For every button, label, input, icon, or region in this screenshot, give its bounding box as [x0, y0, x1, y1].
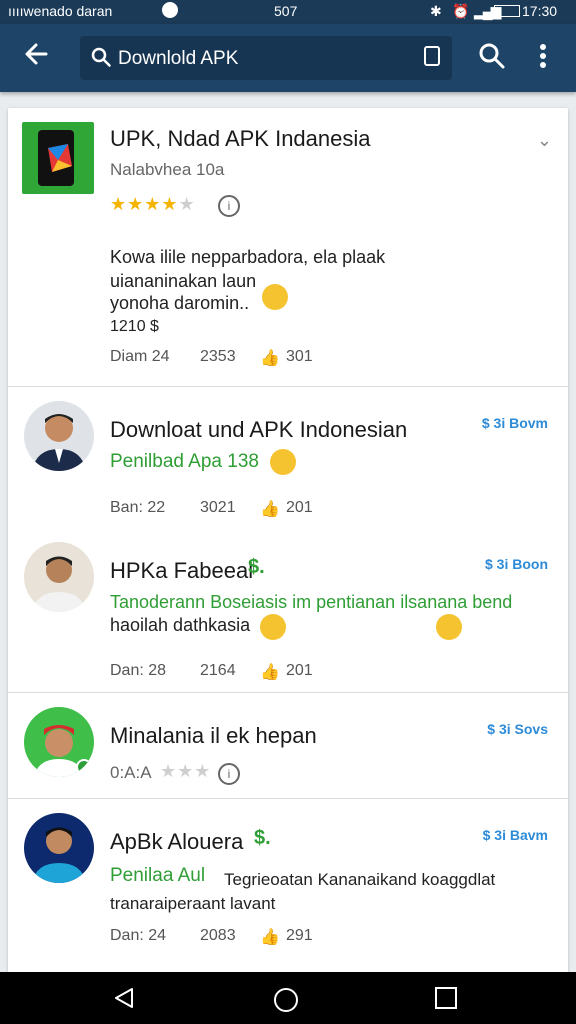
price-badge[interactable]: $ 3i Boon — [485, 556, 548, 572]
description-line: yonoha daromin.. — [110, 293, 250, 313]
results-list: UPK, Ndad APK Indanesia Nalabvhea 10a ★★… — [8, 108, 568, 978]
app-title: Minalania il ek hepan — [110, 723, 317, 748]
carrier-label: ııııwenado daran — [8, 3, 113, 19]
search-query[interactable]: Downlold APK — [118, 48, 238, 70]
like-count: 201 — [286, 499, 313, 516]
item-meta: Dan: 28 2164 👍 201 — [110, 662, 410, 682]
app-subtitle: Penilbad Apa 138 — [110, 451, 259, 472]
chevron-down-icon[interactable]: ⌄ — [537, 130, 552, 151]
avatar — [24, 542, 94, 612]
alarm-icon: ⏰ — [452, 3, 470, 19]
avatar — [24, 707, 94, 777]
price-badge[interactable]: $ 3i Bavm — [483, 827, 548, 843]
recents-icon[interactable] — [434, 986, 458, 1015]
thumbs-up-icon[interactable]: 👍 — [260, 348, 280, 368]
emoji-icon — [260, 614, 286, 640]
date-label: Diam 24 — [110, 348, 170, 365]
navigation-bar — [0, 972, 576, 1024]
like-count: 301 — [286, 348, 313, 365]
avatar — [24, 401, 94, 471]
avatar — [24, 813, 94, 883]
dollar-icon: $. — [248, 556, 265, 578]
price-badge[interactable]: $ 3i Bovm — [482, 415, 548, 431]
list-item[interactable]: HPKa Fabeeal $. $ 3i Boon Tanoderann Bos… — [8, 528, 568, 692]
bluetooth-icon: ✱ — [430, 3, 442, 19]
home-icon[interactable] — [272, 986, 300, 1019]
date-label: Dan: 28 — [110, 662, 167, 679]
info-icon[interactable]: i — [218, 763, 240, 785]
app-subtitle: Penilaa Aul — [110, 865, 206, 886]
thumbs-up-icon[interactable]: 👍 — [260, 927, 280, 947]
back-icon[interactable] — [112, 986, 136, 1015]
description-line: tranaraiperaant lavant — [110, 894, 276, 913]
clock: 17:30 — [522, 3, 558, 19]
rating-stars: ★★★ — [160, 761, 212, 781]
download-count: 3021 — [200, 499, 236, 516]
app-title: HPKa Fabeeal — [110, 558, 254, 583]
dollar-icon: $. — [254, 827, 271, 849]
like-count: 201 — [286, 662, 313, 679]
price-badge[interactable]: $ 3i Sovs — [487, 721, 548, 737]
app-bar: Downlold APK — [0, 24, 576, 92]
voice-search-icon[interactable] — [424, 46, 440, 66]
app-title: UPK, Ndad APK Indanesia — [110, 126, 371, 151]
date-label: Ban: 22 — [110, 499, 166, 516]
item-meta: Diam 24 2353 👍 301 — [110, 348, 410, 368]
like-count: 291 — [286, 927, 313, 944]
download-count: 2083 — [200, 927, 236, 944]
overflow-menu-icon[interactable] — [538, 42, 548, 77]
emoji-icon — [436, 614, 462, 640]
list-item[interactable]: Minalania il ek hepan $ 3i Sovs 0:A:A ★★… — [8, 693, 568, 797]
date-label: Dan: 24 — [110, 927, 167, 944]
list-item[interactable]: ApBk Alouera $. $ 3i Bavm Penilaa Aul Te… — [8, 799, 568, 959]
description-line: uiananinakan laun — [110, 271, 257, 291]
app-icon — [22, 122, 94, 194]
app-title: ApBk Alouera — [110, 829, 244, 854]
price-line: 1210 $ — [110, 318, 159, 335]
emoji-icon — [270, 449, 296, 475]
info-icon[interactable]: i — [218, 195, 240, 217]
search-icon — [90, 46, 112, 73]
battery-icon — [494, 5, 520, 17]
app-subtitle-line: haoilah dathkasia — [110, 615, 251, 635]
back-arrow-icon[interactable] — [22, 40, 50, 75]
status-bar: ııııwenado daran 507 ✱ ⏰ ▂▄▆ 17:30 — [0, 0, 576, 24]
list-item[interactable]: UPK, Ndad APK Indanesia Nalabvhea 10a ★★… — [8, 108, 568, 386]
item-meta: Ban: 22 3021 👍 201 — [110, 499, 410, 519]
search-field[interactable]: Downlold APK — [80, 36, 452, 80]
item-meta: Dan: 24 2083 👍 291 — [110, 927, 410, 947]
developer-name: Nalabvhea 10a — [110, 160, 225, 179]
thumbs-up-icon[interactable]: 👍 — [260, 662, 280, 682]
description-line: Kowa ilile nepparbadora, ela plaak — [110, 247, 386, 267]
download-count: 2164 — [200, 662, 236, 679]
location-icon — [162, 2, 178, 18]
download-count: 2353 — [200, 348, 236, 365]
status-center: 507 — [274, 3, 298, 19]
developer-name: 0:A:A — [110, 763, 152, 782]
thumbs-up-icon[interactable]: 👍 — [260, 499, 280, 519]
app-title: Downloat und APK Indonesian — [110, 417, 408, 442]
emoji-icon — [262, 284, 288, 310]
search-button-icon[interactable] — [478, 42, 506, 77]
app-subtitle: Tanoderann Boseiasis im pentianan ilsana… — [110, 592, 513, 612]
description-line: Tegrieoatan Kananaikand koaggdlat — [224, 870, 496, 889]
list-item[interactable]: Downloat und APK Indonesian $ 3i Bovm Pe… — [8, 387, 568, 527]
rating-stars: ★★★★★ — [110, 194, 196, 214]
